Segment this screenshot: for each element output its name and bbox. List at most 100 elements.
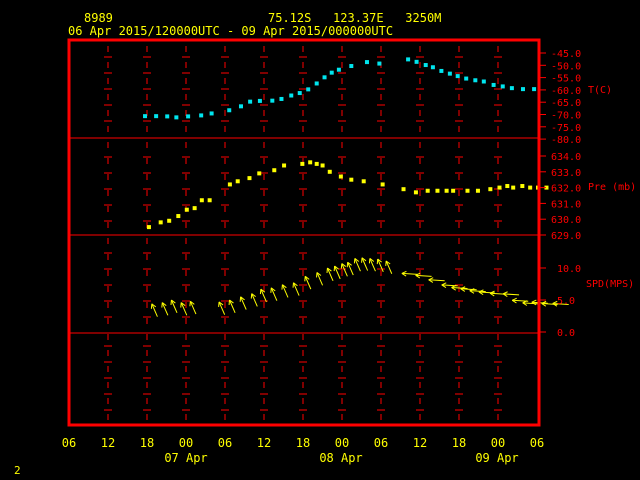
x-tick-label-0: 06: [62, 436, 76, 450]
page-number: 2: [14, 464, 21, 477]
temperature-point-13: [289, 93, 294, 98]
pressure-point-0: [146, 225, 151, 230]
temperature-point-8: [238, 104, 243, 109]
pressure-point-17: [320, 163, 325, 168]
pressure-point-4: [184, 207, 189, 212]
temperature-point-36: [520, 87, 525, 92]
pressure-point-21: [361, 179, 366, 184]
temperature-point-2: [165, 114, 170, 119]
pressure-point-1: [158, 220, 163, 225]
temperature-point-18: [329, 70, 334, 75]
temp-tick-label-4: -65.0: [551, 98, 581, 109]
temperature-point-11: [270, 98, 275, 103]
temp-tick-label-0: -45.0: [551, 49, 581, 60]
x-tick-label-8: 06: [374, 436, 388, 450]
x-tick-label-2: 18: [140, 436, 154, 450]
temperature-point-14: [297, 91, 302, 96]
pressure-point-29: [465, 188, 470, 193]
temp-tick-label-2: -55.0: [551, 74, 581, 85]
temperature-point-26: [430, 65, 435, 70]
temperature-point-16: [314, 81, 319, 86]
temperature-point-27: [439, 68, 444, 73]
temperature-point-10: [257, 98, 262, 103]
pressure-point-30: [475, 188, 480, 193]
temperature-point-23: [406, 57, 411, 62]
temperature-point-19: [336, 67, 341, 72]
pres-tick-label-5: 629.0: [551, 231, 581, 242]
pressure-point-16: [314, 161, 319, 166]
pressure-point-32: [497, 185, 502, 190]
temp-axis-label: T(C): [588, 85, 612, 96]
x-tick-label-4: 06: [218, 436, 232, 450]
pressure-point-14: [300, 161, 305, 166]
temperature-point-6: [209, 111, 214, 116]
pressure-point-15: [308, 160, 313, 165]
x-tick-label-3: 00: [179, 436, 193, 450]
pressure-point-8: [227, 182, 232, 187]
x-tick-label-7: 00: [335, 436, 349, 450]
temperature-point-28: [447, 71, 452, 76]
pressure-point-34: [511, 185, 516, 190]
x-day-label-0: 07 Apr: [164, 451, 207, 465]
pres-tick-label-3: 631.0: [551, 199, 581, 210]
date-range: 06 Apr 2015/120000UTC - 09 Apr 2015/0000…: [68, 24, 394, 38]
pressure-point-3: [176, 214, 181, 219]
pressure-point-31: [488, 187, 493, 192]
pressure-point-6: [199, 198, 204, 203]
x-tick-label-5: 12: [257, 436, 271, 450]
temperature-point-9: [248, 99, 253, 104]
temp-tick-label-1: -50.0: [551, 61, 581, 72]
temperature-point-37: [532, 87, 537, 92]
temperature-point-12: [279, 96, 284, 101]
temperature-point-30: [464, 76, 469, 81]
pressure-point-33: [505, 184, 510, 189]
pressure-point-35: [520, 184, 525, 189]
x-tick-label-6: 18: [296, 436, 310, 450]
wind-tick-label-2: 0.0: [557, 328, 575, 339]
x-day-label-2: 09 Apr: [475, 451, 518, 465]
wind-axis-label: SPD(MPS): [586, 279, 634, 290]
temp-tick-label-3: -60.0: [551, 86, 581, 97]
pressure-point-27: [444, 188, 449, 193]
pres-tick-label-4: 630.0: [551, 215, 581, 226]
temperature-point-32: [481, 79, 486, 84]
pressure-point-28: [451, 188, 456, 193]
station-location: 75.12S 123.37E 3250M: [268, 11, 442, 25]
temperature-point-34: [500, 84, 505, 89]
temperature-point-31: [473, 78, 478, 83]
temperature-point-29: [455, 74, 460, 79]
pres-tick-label-2: 632.0: [551, 184, 581, 195]
pres-tick-label-0: 634.0: [551, 152, 581, 163]
temperature-point-7: [227, 108, 232, 113]
temperature-point-17: [322, 75, 327, 80]
pressure-point-11: [257, 171, 262, 176]
temperature-point-25: [423, 63, 428, 68]
pressure-point-13: [282, 163, 287, 168]
pressure-point-9: [235, 179, 240, 184]
temperature-point-22: [377, 61, 382, 66]
pressure-point-19: [338, 174, 343, 179]
background: [0, 0, 640, 480]
temperature-point-24: [414, 59, 419, 64]
pressure-point-22: [380, 182, 385, 187]
pressure-point-24: [413, 190, 418, 195]
temperature-point-5: [199, 113, 204, 118]
temperature-point-15: [306, 87, 311, 92]
temperature-point-33: [491, 82, 496, 87]
x-day-label-1: 08 Apr: [319, 451, 362, 465]
pressure-point-25: [425, 188, 430, 193]
pressure-point-10: [247, 176, 252, 181]
x-tick-label-9: 12: [413, 436, 427, 450]
temperature-point-3: [174, 115, 179, 120]
x-tick-label-1: 12: [101, 436, 115, 450]
wind-tick-label-0: 10.0: [557, 264, 581, 275]
pressure-point-12: [272, 168, 277, 173]
meteogram: -45.0-50.0 -55.0-60.0-65.0 -70.0-75.0-80.0…: [0, 0, 640, 480]
temp-tick-label-5: -70.0: [551, 111, 581, 122]
pres-axis-label: Pre (mb): [588, 182, 636, 193]
temperature-point-0: [143, 114, 148, 119]
wind-tick-label-1: 5.0: [557, 296, 575, 307]
pressure-point-26: [435, 188, 440, 193]
temp-tick-label-6: -75.0: [551, 123, 581, 134]
temp-tick-label-7: -80.0: [551, 135, 581, 146]
